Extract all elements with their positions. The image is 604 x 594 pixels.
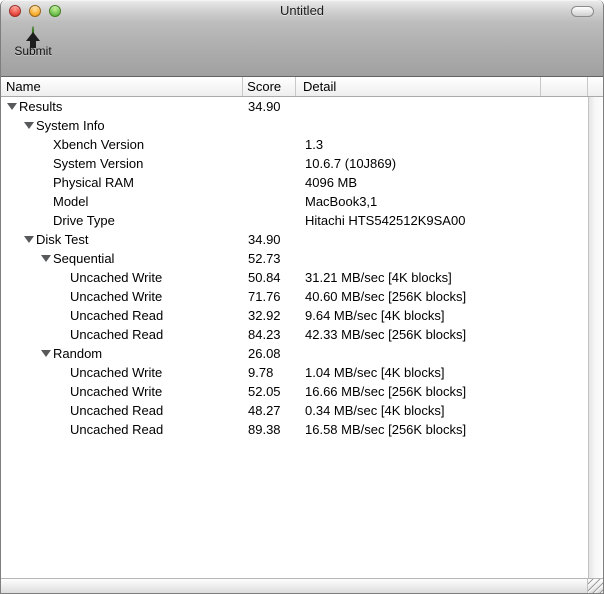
table-row[interactable]: Uncached Write 52.05 16.66 MB/sec [256K … [1,382,588,401]
row-name: Xbench Version [53,137,145,152]
table-row[interactable]: Results 34.90 [1,97,588,116]
row-name: Uncached Read [70,308,164,323]
row-score: 50.84 [248,270,281,285]
table-row[interactable]: Uncached Read 84.23 42.33 MB/sec [256K b… [1,325,588,344]
row-name: Physical RAM [53,175,134,190]
column-header-filler [541,77,589,96]
row-detail: MacBook3,1 [305,194,378,209]
row-detail: 0.34 MB/sec [4K blocks] [305,403,445,418]
row-score: 71.76 [248,289,281,304]
row-score: 89.38 [248,422,281,437]
row-detail: 31.21 MB/sec [4K blocks] [305,270,452,285]
disclosure-triangle-icon[interactable] [7,103,17,110]
row-name: Random [53,346,103,361]
column-header-name[interactable]: Name [1,77,244,96]
row-score: 34.90 [248,99,281,114]
row-name: Drive Type [53,213,115,228]
row-name: System Version [53,156,144,171]
table-row[interactable]: Disk Test 34.90 [1,230,588,249]
row-score: 26.08 [248,346,281,361]
table-row[interactable]: Uncached Read 32.92 9.64 MB/sec [4K bloc… [1,306,588,325]
row-name: Disk Test [36,232,89,247]
row-detail: 16.58 MB/sec [256K blocks] [305,422,467,437]
table-row[interactable]: Uncached Read 48.27 0.34 MB/sec [4K bloc… [1,401,588,420]
row-score: 48.27 [248,403,281,418]
row-detail: 1.04 MB/sec [4K blocks] [305,365,445,380]
disclosure-triangle-icon[interactable] [24,236,34,243]
table-row[interactable]: Xbench Version 1.3 [1,135,588,154]
outline-view: Results 34.90 System Info Xbench Version… [1,97,603,578]
row-detail: Hitachi HTS542512K9SA00 [305,213,466,228]
table-row[interactable]: Model MacBook3,1 [1,192,588,211]
table-header: Name Score Detail [1,77,603,97]
table-row[interactable]: Physical RAM 4096 MB [1,173,588,192]
table-row[interactable]: Sequential 52.73 [1,249,588,268]
row-name: Sequential [53,251,115,266]
table-row[interactable]: Uncached Write 9.78 1.04 MB/sec [4K bloc… [1,363,588,382]
row-name: Uncached Write [70,289,163,304]
column-header-score[interactable]: Score [243,77,296,96]
table-row[interactable]: Drive Type Hitachi HTS542512K9SA00 [1,211,588,230]
row-name: Uncached Read [70,327,164,342]
scrollbar-corner [588,77,603,96]
row-name: Uncached Read [70,422,164,437]
table-row[interactable]: Random 26.08 [1,344,588,363]
bottom-bar [1,578,603,593]
row-score: 52.73 [248,251,281,266]
rows-container: Results 34.90 System Info Xbench Version… [1,97,588,578]
row-detail: 42.33 MB/sec [256K blocks] [305,327,467,342]
row-detail: 10.6.7 (10J869) [305,156,397,171]
submit-button[interactable]: Submit [13,26,53,58]
row-score: 52.05 [248,384,281,399]
table-row[interactable]: Uncached Write 50.84 31.21 MB/sec [4K bl… [1,268,588,287]
row-score: 32.92 [248,308,281,323]
row-score: 9.78 [248,365,274,380]
titlebar[interactable]: Untitled [1,0,603,22]
row-name: Model [53,194,89,209]
row-name: Uncached Write [70,365,163,380]
toolbar: Submit [1,22,603,77]
toolbar-toggle-button[interactable] [571,6,594,17]
table-row[interactable]: System Info [1,116,588,135]
row-detail: 40.60 MB/sec [256K blocks] [305,289,467,304]
table-row[interactable]: Uncached Read 89.38 16.58 MB/sec [256K b… [1,420,588,439]
row-detail: 1.3 [305,137,324,152]
row-name: Uncached Write [70,384,163,399]
row-detail: 9.64 MB/sec [4K blocks] [305,308,445,323]
disclosure-triangle-icon[interactable] [41,255,51,262]
row-score: 34.90 [248,232,281,247]
disclosure-triangle-icon[interactable] [24,122,34,129]
row-detail: 4096 MB [305,175,358,190]
submit-up-arrow-icon [26,26,40,48]
row-detail: 16.66 MB/sec [256K blocks] [305,384,467,399]
vertical-scrollbar[interactable] [588,97,603,578]
row-name: Uncached Write [70,270,163,285]
resize-grip-icon[interactable] [587,579,603,593]
app-window: Untitled Submit Name Score Detail Result… [0,0,604,594]
row-score: 84.23 [248,327,281,342]
row-name: System Info [36,118,105,133]
table-row[interactable]: Uncached Write 71.76 40.60 MB/sec [256K … [1,287,588,306]
window-title: Untitled [279,3,325,18]
column-header-detail[interactable]: Detail [296,77,542,96]
table-row[interactable]: System Version 10.6.7 (10J869) [1,154,588,173]
disclosure-triangle-icon[interactable] [41,350,51,357]
horizontal-scrollbar[interactable] [1,579,587,593]
row-name: Results [19,99,63,114]
row-name: Uncached Read [70,403,164,418]
